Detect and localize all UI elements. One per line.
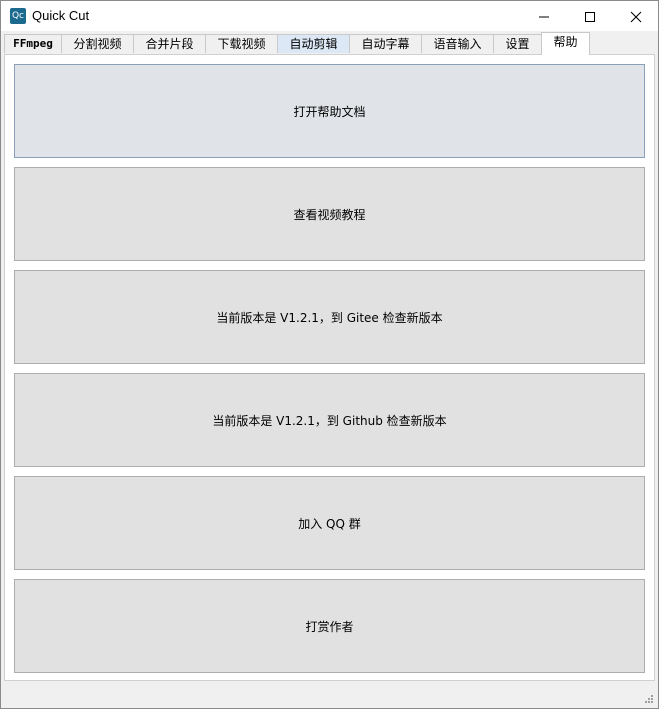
maximize-button[interactable] <box>566 1 612 31</box>
tab-voice-input[interactable]: 语音输入 <box>421 34 494 53</box>
check-github-update-button[interactable]: 当前版本是 V1.2.1，到 Github 检查新版本 <box>14 373 645 467</box>
join-qq-group-button[interactable]: 加入 QQ 群 <box>14 476 645 570</box>
maximize-icon <box>585 12 595 22</box>
tab-ffmpeg[interactable]: FFmpeg <box>4 34 62 53</box>
status-bar <box>1 685 658 708</box>
open-help-doc-button[interactable]: 打开帮助文档 <box>14 64 645 158</box>
window-title: Quick Cut <box>32 8 90 23</box>
close-icon <box>630 11 642 23</box>
title-bar: Qc Quick Cut <box>1 1 658 31</box>
resize-grip-icon[interactable] <box>642 692 654 704</box>
tab-auto-edit[interactable]: 自动剪辑 <box>277 34 350 53</box>
view-video-tutorial-button[interactable]: 查看视频教程 <box>14 167 645 261</box>
app-logo-icon: Qc <box>10 8 26 24</box>
tab-merge-clips[interactable]: 合并片段 <box>133 34 206 53</box>
donate-author-button[interactable]: 打赏作者 <box>14 579 645 673</box>
tab-auto-subtitle[interactable]: 自动字幕 <box>349 34 422 53</box>
tab-settings[interactable]: 设置 <box>493 34 542 53</box>
tab-help[interactable]: 帮助 <box>541 32 590 55</box>
tab-split-video[interactable]: 分割视频 <box>61 34 134 53</box>
tab-bar: FFmpeg 分割视频 合并片段 下载视频 自动剪辑 自动字幕 语音输入 设置 … <box>1 32 658 55</box>
minimize-button[interactable] <box>520 1 566 31</box>
check-gitee-update-button[interactable]: 当前版本是 V1.2.1，到 Gitee 检查新版本 <box>14 270 645 364</box>
tab-download-video[interactable]: 下载视频 <box>205 34 278 53</box>
minimize-icon <box>539 16 549 18</box>
help-panel: 打开帮助文档 查看视频教程 当前版本是 V1.2.1，到 Gitee 检查新版本… <box>4 54 655 681</box>
close-button[interactable] <box>612 1 658 31</box>
